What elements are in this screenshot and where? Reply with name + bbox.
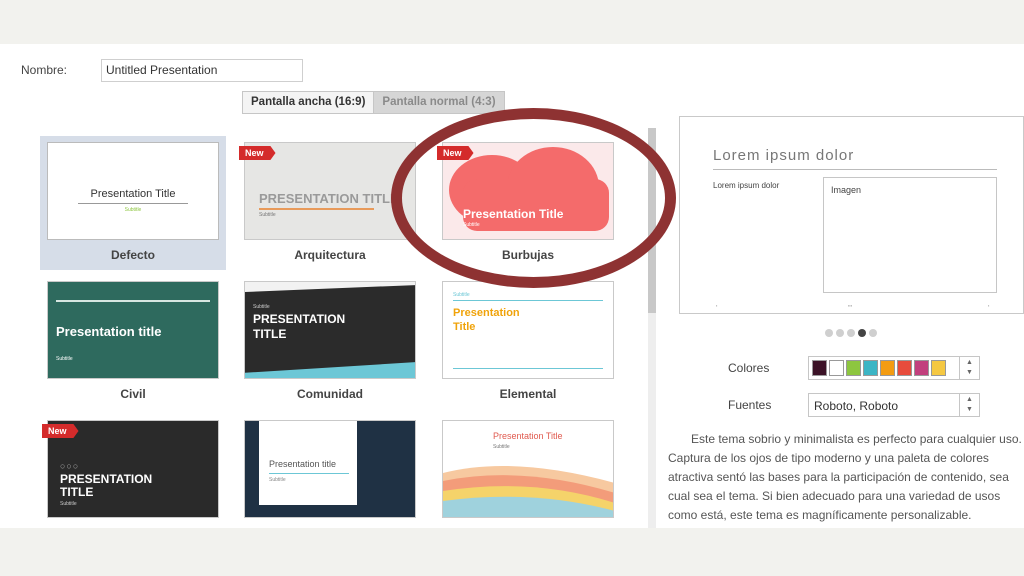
color-swatch-7 [914,360,929,376]
new-presentation-dialog: Nombre: Untitled Presentation Pantalla a… [0,44,1024,528]
color-palette-select[interactable]: ▲ ▼ [808,356,980,380]
preview-image-box: Imagen [823,177,997,293]
preview-body-text: Lorem ipsum dolor [713,181,780,190]
theme-thumbnail: Presentation Title Subtitle [47,142,219,240]
theme-thumbnail: Presentation Title Subtitle [442,420,614,518]
thumb-subtitle: Subtitle [269,477,286,483]
color-swatch-8 [931,360,946,376]
pager-dot[interactable] [869,329,877,337]
color-swatch-5 [880,360,895,376]
theme-description: Este tema sobrio y minimalista es perfec… [668,432,1022,522]
color-swatch-4 [863,360,878,376]
thumb-dots: ○○○ [60,461,80,471]
theme-label: Civil [120,387,146,401]
font-select[interactable]: Roboto, Roboto ▲ ▼ [808,393,980,417]
thumb-rule [269,473,349,474]
theme-label: Elemental [499,387,557,401]
pager-dot[interactable] [836,329,844,337]
theme-card-row3-3[interactable]: Presentation Title Subtitle [435,414,621,528]
thumb-title: PRESENTATION TITLE [60,472,153,499]
theme-label: Arquitectura [294,248,366,262]
theme-card-elemental[interactable]: Subtitle Presentation Title Elemental [435,275,621,409]
theme-card-burbujas[interactable]: Presentation Title Subtitle New Burbujas [435,136,621,270]
thumb-subtitle: Subtitle [56,356,73,362]
thumb-title: PRESENTATION TITLE [253,312,346,341]
theme-card-defecto[interactable]: Presentation Title Subtitle Defecto [40,136,226,270]
thumb-rule [56,300,210,302]
palette-spinner[interactable]: ▲ ▼ [959,357,979,379]
theme-label: Comunidad [297,387,363,401]
theme-gallery: Presentation Title Subtitle Defecto PRES… [38,136,636,528]
tab-widescreen[interactable]: Pantalla ancha (16:9) [243,92,375,113]
theme-preview: Lorem ipsum dolor Lorem ipsum dolor Imag… [679,116,1024,314]
thumb-subtitle: Subtitle [463,222,480,228]
new-badge: New [42,424,79,438]
thumb-subtitle: Subtitle [253,304,270,310]
new-badge: New [239,146,276,160]
thumb-title: Presentation title [269,459,337,469]
aspect-ratio-tabs: Pantalla ancha (16:9) Pantalla normal (4… [242,91,505,114]
top-strip [0,0,1024,44]
theme-label: Burbujas [501,248,554,262]
color-swatch-3 [846,360,861,376]
theme-thumbnail: Presentation title Subtitle [244,420,416,518]
theme-thumbnail: Subtitle Presentation Title [442,281,614,379]
thumb-title: PRESENTATION TITLE [259,191,399,206]
preview-footer-left: ▪ [716,303,718,308]
preview-rule [713,169,997,170]
thumb-subtitle: Subtitle [259,212,276,218]
thumb-title: Presentation Title [453,307,520,333]
theme-card-arquitectura[interactable]: PRESENTATION TITLE Subtitle New Arquitec… [237,136,423,270]
theme-card-civil[interactable]: Presentation title Subtitle Civil [40,275,226,409]
preview-title: Lorem ipsum dolor [713,147,855,164]
theme-thumbnail: Presentation title Subtitle [47,281,219,379]
font-spinner[interactable]: ▲ ▼ [959,394,979,416]
color-swatch-1 [812,360,827,376]
theme-card-comunidad[interactable]: Subtitle PRESENTATION TITLE Comunidad [237,275,423,409]
preview-footer-center: ▪▪▪ [848,303,853,308]
thumb-title: Presentation title [56,324,162,339]
preview-footer-right: ▪ [988,303,990,308]
pager-dot[interactable] [847,329,855,337]
thumb-subtitle: Subtitle [124,207,142,213]
thumb-rule [453,368,603,369]
preview-pager [825,329,877,337]
scrollbar-thumb[interactable] [648,128,656,313]
thumb-rule [78,203,188,204]
fonts-label: Fuentes [728,398,772,412]
new-badge: New [437,146,474,160]
font-select-value: Roboto, Roboto [814,399,899,413]
wave-decoration [443,466,613,517]
color-swatches [812,360,946,376]
bubble-shape [463,179,609,231]
pager-dot[interactable] [825,329,833,337]
gallery-scrollbar[interactable] [648,128,656,528]
thumb-accent [245,362,415,378]
tab-standard[interactable]: Pantalla normal (4:3) [374,92,504,113]
color-swatch-6 [897,360,912,376]
color-swatch-2 [829,360,844,376]
thumb-rule [259,208,374,210]
bottom-strip [0,528,1024,576]
theme-thumbnail: Subtitle PRESENTATION TITLE [244,281,416,379]
name-input[interactable]: Untitled Presentation [101,59,303,82]
thumb-title: Presentation Title [463,207,564,221]
thumb-title: Presentation Title [90,188,176,200]
theme-card-row3-2[interactable]: Presentation title Subtitle [237,414,423,528]
colors-label: Colores [728,361,770,375]
theme-card-row3-1[interactable]: ○○○ PRESENTATION TITLE Subtitle New [40,414,226,528]
thumb-rule [453,300,603,301]
pager-dot-active[interactable] [858,329,866,337]
thumb-accent [245,282,415,292]
thumb-subtitle: Subtitle [453,292,470,298]
theme-label: Defecto [110,248,155,262]
thumb-subtitle: Subtitle [60,501,77,507]
name-label: Nombre: [21,63,68,77]
preview-image-label: Imagen [831,185,862,195]
